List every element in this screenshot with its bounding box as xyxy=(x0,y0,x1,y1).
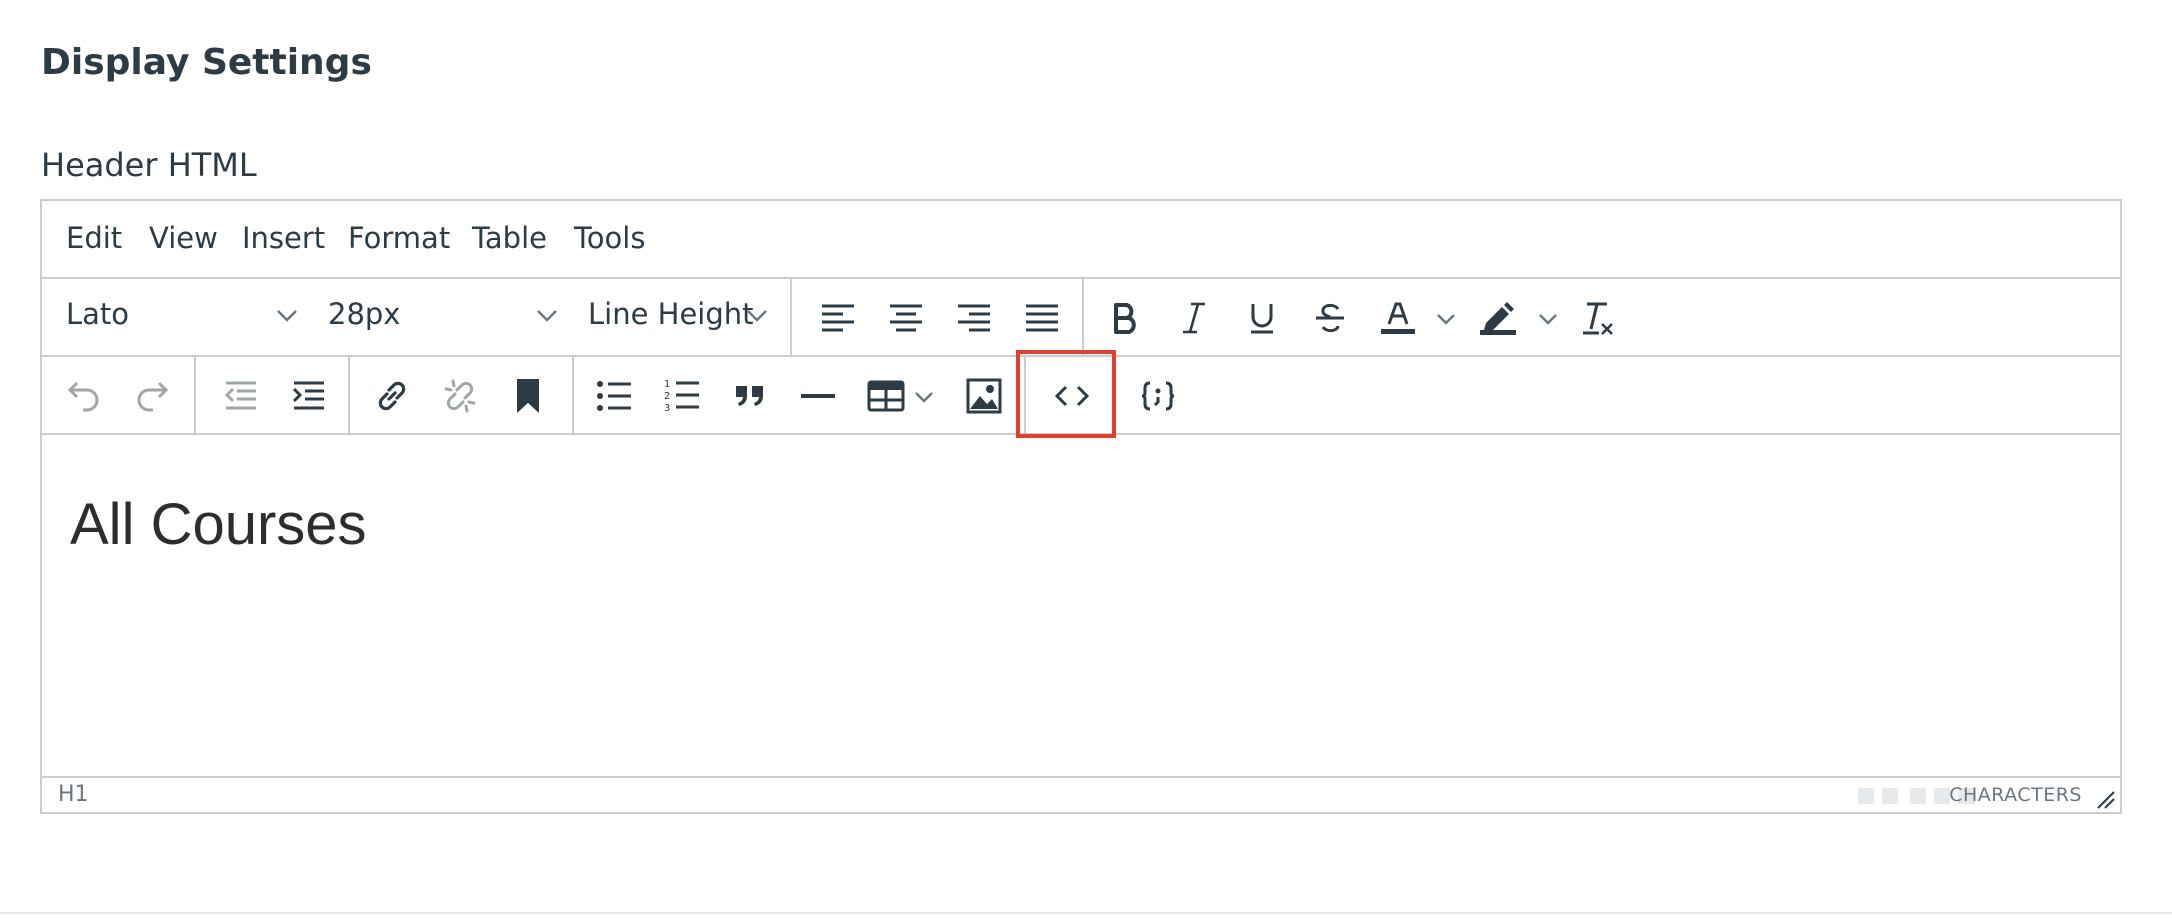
svg-text:1: 1 xyxy=(664,379,670,390)
align-left-icon xyxy=(822,304,854,332)
align-left-button[interactable] xyxy=(816,296,860,340)
clear-formatting-button[interactable] xyxy=(1576,296,1620,340)
source-code-highlight xyxy=(1016,350,1116,438)
chevron-down-icon xyxy=(747,310,767,322)
indent-button[interactable] xyxy=(286,374,330,418)
editor-statusbar: H1 CHARACTERS xyxy=(42,776,2120,812)
outdent-button[interactable] xyxy=(218,374,262,418)
italic-button[interactable] xyxy=(1172,296,1216,340)
underline-icon xyxy=(1251,304,1273,334)
bold-button[interactable] xyxy=(1104,296,1148,340)
unlink-icon xyxy=(444,379,476,413)
toolbar-divider xyxy=(790,279,792,355)
strikethrough-button[interactable] xyxy=(1308,296,1352,340)
link-icon xyxy=(378,381,406,411)
blockquote-button[interactable] xyxy=(728,374,772,418)
count-indicator xyxy=(1910,788,1926,804)
element-path[interactable]: H1 xyxy=(58,782,89,807)
quote-icon xyxy=(736,386,763,406)
italic-icon xyxy=(1183,302,1205,334)
table-button[interactable] xyxy=(864,374,908,418)
highlight-color-button[interactable] xyxy=(1476,296,1520,340)
menu-edit[interactable]: Edit xyxy=(66,221,122,255)
numbered-list-button[interactable]: 123 xyxy=(660,374,704,418)
template-variable-button[interactable] xyxy=(1136,374,1180,418)
menu-tools[interactable]: Tools xyxy=(574,221,645,255)
align-center-icon xyxy=(890,304,922,332)
toolbar-divider xyxy=(572,357,574,433)
align-right-icon xyxy=(958,304,990,332)
svg-text:2: 2 xyxy=(664,391,670,402)
clear-formatting-icon xyxy=(1583,302,1613,335)
header-html-label: Header HTML xyxy=(41,146,257,184)
font-size-value: 28px xyxy=(328,297,401,331)
toolbar-divider xyxy=(194,357,196,433)
line-height-value: Line Height xyxy=(588,297,754,331)
menu-view[interactable]: View xyxy=(149,221,218,255)
bullet-list-icon xyxy=(597,381,631,411)
editor-menubar: Edit View Insert Format Table Tools xyxy=(42,201,2120,279)
character-count-label[interactable]: CHARACTERS xyxy=(1949,784,2082,806)
braces-icon xyxy=(1141,381,1175,411)
text-color-icon xyxy=(1381,302,1415,334)
font-family-value: Lato xyxy=(66,297,130,331)
editor-toolbar-row-1: Lato 28px Line Height xyxy=(42,279,2120,357)
outdent-icon xyxy=(224,381,256,410)
horizontal-line-icon xyxy=(801,394,835,398)
align-right-button[interactable] xyxy=(952,296,996,340)
chevron-down-icon[interactable] xyxy=(914,391,934,403)
chevron-down-icon xyxy=(537,310,557,322)
svg-text:3: 3 xyxy=(664,403,670,414)
unlink-button[interactable] xyxy=(438,374,482,418)
menu-insert[interactable]: Insert xyxy=(242,221,325,255)
highlighter-icon xyxy=(1480,302,1516,335)
image-icon xyxy=(966,378,1002,414)
bookmark-icon xyxy=(517,379,539,413)
chevron-down-icon[interactable] xyxy=(1538,313,1558,325)
resize-handle-icon[interactable] xyxy=(2094,788,2116,810)
undo-button[interactable] xyxy=(62,374,106,418)
section-title: Display Settings xyxy=(41,42,372,83)
align-center-button[interactable] xyxy=(884,296,928,340)
chevron-down-icon[interactable] xyxy=(1436,313,1456,325)
toolbar-divider xyxy=(348,357,350,433)
rich-text-editor[interactable]: Edit View Insert Format Table Tools Lato… xyxy=(40,199,2122,814)
redo-button[interactable] xyxy=(130,374,174,418)
align-justify-icon xyxy=(1026,304,1058,332)
link-button[interactable] xyxy=(370,374,414,418)
undo-icon xyxy=(67,381,99,412)
menu-table[interactable]: Table xyxy=(472,221,547,255)
numbered-list-icon: 123 xyxy=(664,379,699,414)
count-indicator xyxy=(1934,788,1950,804)
menu-format[interactable]: Format xyxy=(348,221,450,255)
text-color-button[interactable] xyxy=(1376,296,1420,340)
align-justify-button[interactable] xyxy=(1020,296,1064,340)
toolbar-divider xyxy=(1082,279,1084,355)
table-icon xyxy=(867,380,905,412)
bookmark-button[interactable] xyxy=(506,374,550,418)
image-button[interactable] xyxy=(962,374,1006,418)
indent-icon xyxy=(292,381,324,410)
editor-heading[interactable]: All Courses xyxy=(70,491,367,558)
horizontal-rule-button[interactable] xyxy=(796,374,840,418)
underline-button[interactable] xyxy=(1240,296,1284,340)
bullet-list-button[interactable] xyxy=(592,374,636,418)
redo-icon xyxy=(137,381,169,412)
bold-icon xyxy=(1114,303,1136,334)
count-indicator xyxy=(1858,788,1874,804)
chevron-down-icon xyxy=(277,310,297,322)
count-indicator xyxy=(1882,788,1898,804)
page-divider xyxy=(0,912,2172,914)
strikethrough-icon xyxy=(1316,303,1344,333)
